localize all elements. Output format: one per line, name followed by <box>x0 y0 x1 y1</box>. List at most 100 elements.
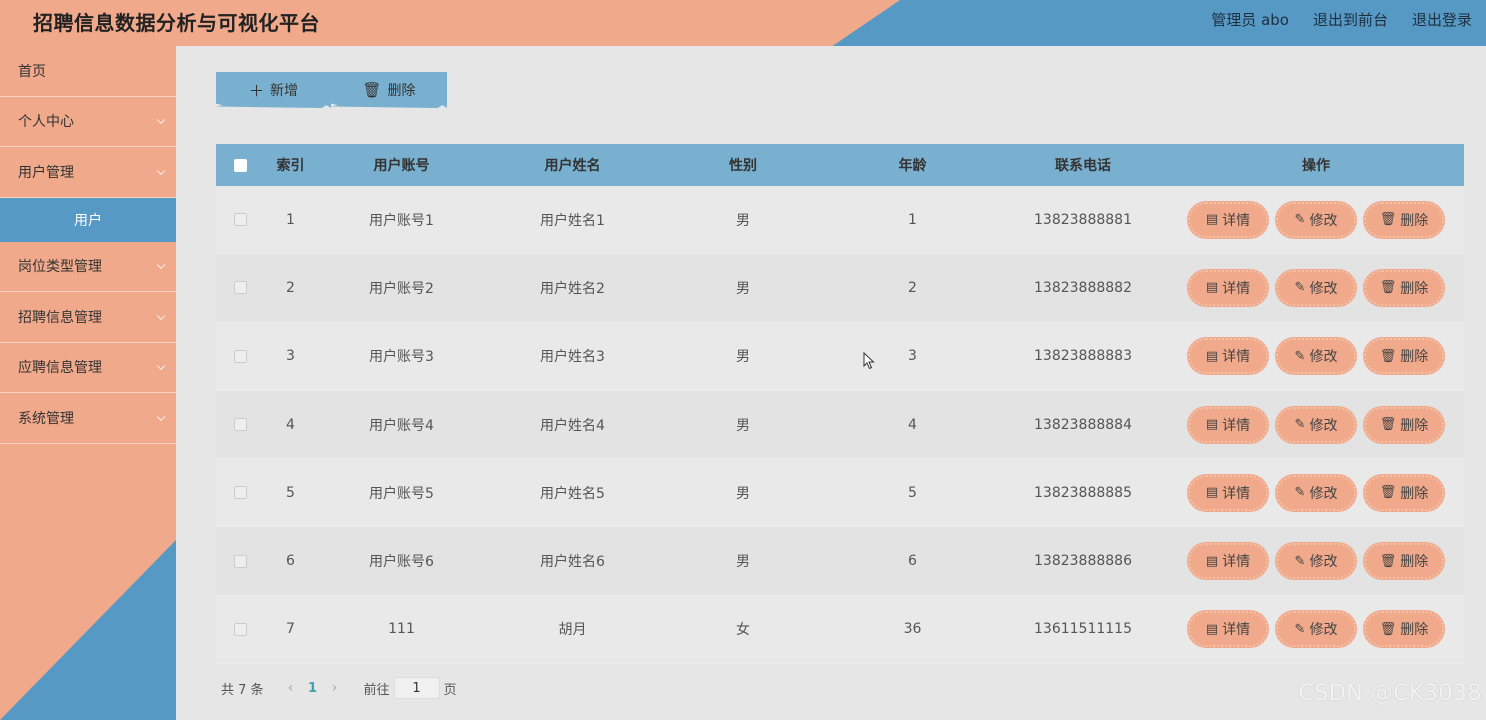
document-icon: ▤ <box>1205 212 1219 228</box>
row-actions: ▤ 详情 ✎ 修改 🗑 删除 <box>1168 406 1464 443</box>
cell-name: 用户姓名5 <box>540 485 605 502</box>
detail-button[interactable]: ▤ 详情 <box>1188 338 1268 375</box>
document-icon: ▤ <box>1205 485 1219 501</box>
delete-button[interactable]: 🗑 删除 <box>1364 543 1444 580</box>
pencil-icon: ✎ <box>1294 485 1306 501</box>
pencil-icon: ✎ <box>1294 280 1306 296</box>
exit-to-front-link[interactable]: 退出到前台 <box>1313 9 1388 30</box>
batch-delete-button[interactable]: 🗑 删除 <box>331 72 447 108</box>
row-select-cell <box>216 281 264 295</box>
cell-sex: 男 <box>736 485 750 502</box>
trash-icon: 🗑 <box>1379 553 1397 569</box>
row-actions: ▤ 详情 ✎ 修改 🗑 删除 <box>1168 543 1464 580</box>
top-header: 招聘信息数据分析与可视化平台 管理员 abo 退出到前台 退出登录 <box>0 0 1486 46</box>
row-checkbox[interactable] <box>233 486 247 500</box>
table-row: 6 用户账号6 用户姓名6 男 6 13823888886 ▤ 详情 ✎ 修改 🗑 删除 <box>216 527 1464 596</box>
header-links: 管理员 abo 退出到前台 退出登录 <box>1211 9 1472 30</box>
detail-button[interactable]: ▤ 详情 <box>1188 543 1268 580</box>
table-body: 1 用户账号1 用户姓名1 男 1 13823888881 ▤ 详情 ✎ 修改 🗑 删除 2 用户账号2 用… <box>216 186 1464 665</box>
sidebar-item-7[interactable]: 系统管理 <box>0 393 176 444</box>
page-jump-input[interactable] <box>393 677 440 699</box>
trash-icon: 🗑 <box>362 81 382 99</box>
table-row: 1 用户账号1 用户姓名1 男 1 13823888881 ▤ 详情 ✎ 修改 🗑 删除 <box>216 186 1464 255</box>
goto-suffix: 页 <box>443 682 457 698</box>
delete-button[interactable]: 🗑 删除 <box>1364 406 1444 443</box>
row-checkbox[interactable] <box>233 349 247 363</box>
delete-button[interactable]: 🗑 删除 <box>1364 611 1444 648</box>
trash-icon: 🗑 <box>1379 485 1397 501</box>
col-actions: 操作 <box>1302 158 1330 174</box>
edit-button[interactable]: ✎ 修改 <box>1276 406 1356 443</box>
detail-button-label: 详情 <box>1222 349 1251 366</box>
row-checkbox[interactable] <box>233 418 247 432</box>
row-checkbox[interactable] <box>233 281 247 295</box>
sidebar-item-2[interactable]: 用户管理 <box>0 147 176 198</box>
chevron-down-icon <box>156 311 166 320</box>
cell-name: 用户姓名6 <box>540 554 605 571</box>
pagination: 共 7 条 ‹ 1 › 前往 页 <box>221 677 457 699</box>
edit-button[interactable]: ✎ 修改 <box>1276 269 1356 306</box>
page-number-current[interactable]: 1 <box>298 681 328 696</box>
edit-button[interactable]: ✎ 修改 <box>1276 201 1356 238</box>
sidebar-item-label: 系统管理 <box>18 410 74 427</box>
pencil-icon: ✎ <box>1294 417 1306 433</box>
delete-button[interactable]: 🗑 删除 <box>1364 201 1444 238</box>
row-checkbox[interactable] <box>233 622 247 636</box>
cell-account: 用户账号5 <box>369 485 434 502</box>
sidebar-item-5[interactable]: 招聘信息管理 <box>0 292 176 343</box>
table-header: 索引 用户账号 用户姓名 性别 年龄 联系电话 操作 <box>216 144 1464 186</box>
select-all-cell <box>216 158 264 172</box>
cell-age: 4 <box>908 416 917 433</box>
delete-button[interactable]: 🗑 删除 <box>1364 338 1444 375</box>
delete-button[interactable]: 🗑 删除 <box>1364 269 1444 306</box>
sidebar-menu: 首页 个人中心 用户管理 用户 岗位类型管理 招聘信息管理 应聘信息管理系统管理 <box>0 46 176 444</box>
cell-phone: 13823888884 <box>1034 416 1132 433</box>
cell-account: 用户账号1 <box>369 212 434 229</box>
trash-icon: 🗑 <box>1379 280 1397 296</box>
cell-index: 6 <box>286 553 295 570</box>
add-button-label: 新增 <box>270 83 298 99</box>
edit-button[interactable]: ✎ 修改 <box>1276 338 1356 375</box>
edit-button[interactable]: ✎ 修改 <box>1276 474 1356 511</box>
trash-icon: 🗑 <box>1379 348 1397 364</box>
detail-button[interactable]: ▤ 详情 <box>1188 201 1268 238</box>
cell-phone: 13823888886 <box>1034 553 1132 570</box>
admin-user-label[interactable]: 管理员 abo <box>1211 9 1289 30</box>
row-actions: ▤ 详情 ✎ 修改 🗑 删除 <box>1168 201 1464 238</box>
cell-phone: 13823888882 <box>1034 279 1132 296</box>
detail-button[interactable]: ▤ 详情 <box>1188 406 1268 443</box>
row-actions: ▤ 详情 ✎ 修改 🗑 删除 <box>1168 611 1464 648</box>
detail-button[interactable]: ▤ 详情 <box>1188 269 1268 306</box>
table-row: 5 用户账号5 用户姓名5 男 5 13823888885 ▤ 详情 ✎ 修改 🗑 删除 <box>216 459 1464 528</box>
edit-button[interactable]: ✎ 修改 <box>1276 611 1356 648</box>
next-page-icon[interactable]: › <box>328 680 342 696</box>
sidebar-item-0[interactable]: 首页 <box>0 46 176 97</box>
logout-link[interactable]: 退出登录 <box>1412 9 1472 30</box>
table-row: 2 用户账号2 用户姓名2 男 2 13823888882 ▤ 详情 ✎ 修改 🗑 删除 <box>216 254 1464 323</box>
chevron-down-icon <box>156 166 166 175</box>
sidebar-item-1[interactable]: 个人中心 <box>0 97 176 147</box>
sidebar-subitem-users[interactable]: 用户 <box>0 197 176 242</box>
edit-button-label: 修改 <box>1309 212 1338 229</box>
prev-page-icon[interactable]: ‹ <box>284 680 298 696</box>
detail-button-label: 详情 <box>1222 417 1251 434</box>
cell-name: 用户姓名4 <box>540 417 605 434</box>
edit-button-label: 修改 <box>1309 280 1338 297</box>
detail-button[interactable]: ▤ 详情 <box>1188 474 1268 511</box>
row-checkbox[interactable] <box>233 554 247 568</box>
add-button[interactable]: ＋ 新增 <box>216 72 331 108</box>
cell-account: 用户账号6 <box>369 554 434 571</box>
row-checkbox[interactable] <box>233 213 247 227</box>
row-actions: ▤ 详情 ✎ 修改 🗑 删除 <box>1168 474 1464 511</box>
delete-button-label: 删除 <box>1400 554 1429 571</box>
document-icon: ▤ <box>1205 417 1219 433</box>
select-all-checkbox[interactable] <box>233 158 247 172</box>
edit-button[interactable]: ✎ 修改 <box>1276 543 1356 580</box>
document-icon: ▤ <box>1205 280 1219 296</box>
delete-button[interactable]: 🗑 删除 <box>1364 474 1444 511</box>
cell-phone: 13823888883 <box>1034 348 1132 365</box>
detail-button[interactable]: ▤ 详情 <box>1188 611 1268 648</box>
sidebar-item-4[interactable]: 岗位类型管理 <box>0 242 176 292</box>
sidebar-item-6[interactable]: 应聘信息管理 <box>0 343 176 393</box>
table-row: 7 111 胡月女 36 13611511115 ▤ 详情 ✎ 修改 🗑 删除 <box>216 595 1464 665</box>
